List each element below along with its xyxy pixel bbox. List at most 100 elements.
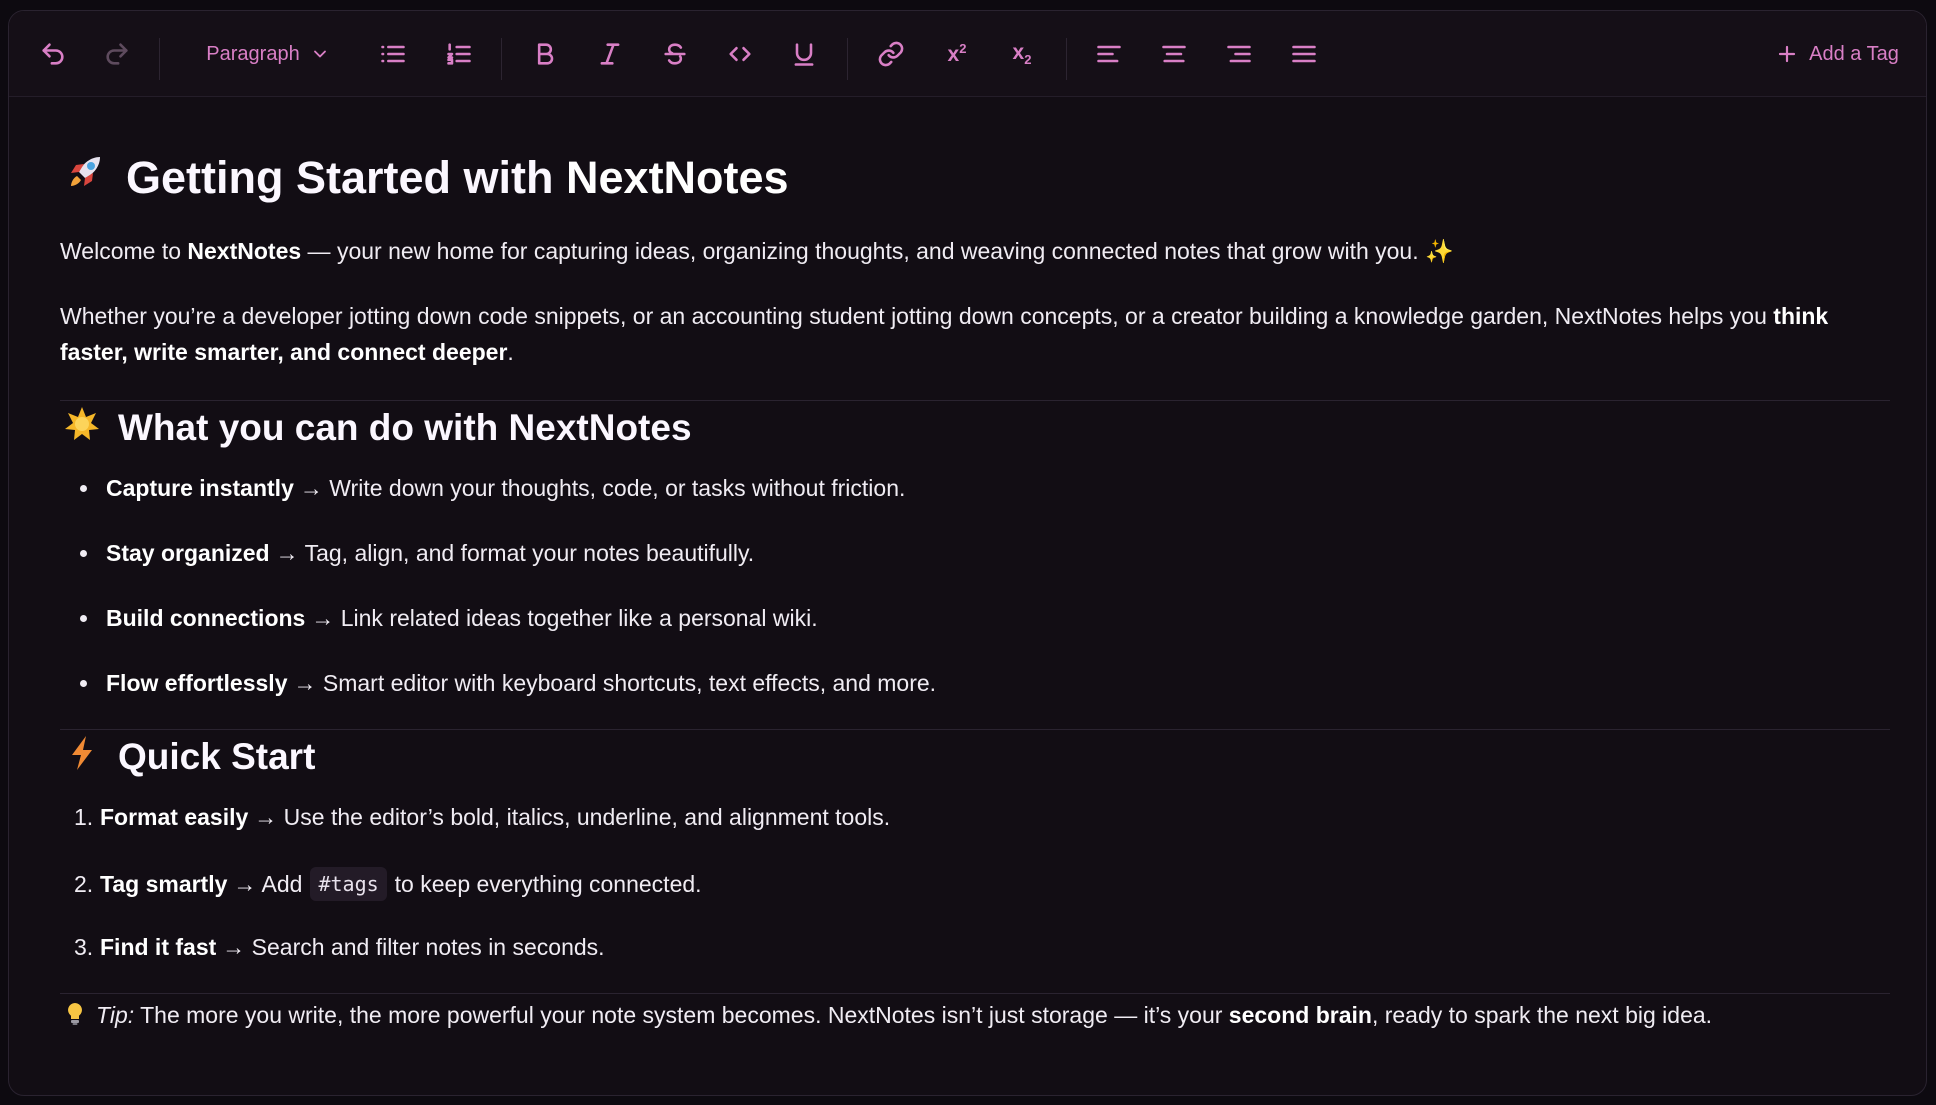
align-justify-button[interactable]	[1284, 34, 1324, 74]
align-right-icon	[1227, 45, 1251, 63]
align-center-icon	[1162, 45, 1186, 63]
underline-button[interactable]	[784, 34, 824, 74]
section-title: Quick Start	[118, 736, 316, 777]
align-left-icon	[1097, 45, 1121, 63]
bullet-marker	[80, 549, 87, 557]
subscript-base: x	[1012, 40, 1025, 64]
item-title: Stay organized	[106, 540, 270, 566]
bullet-marker	[80, 484, 87, 492]
undo-button[interactable]	[33, 34, 73, 74]
subscript-mark: 2	[1024, 52, 1032, 68]
step-number: 1.	[74, 804, 94, 830]
rocket-icon	[62, 149, 108, 206]
item-text: → Smart editor with keyboard shortcuts, …	[293, 670, 937, 696]
link-button[interactable]	[871, 34, 911, 74]
lightbulb-icon	[66, 1000, 84, 1036]
item-title: Flow effortlessly	[106, 670, 288, 696]
list-item: Stay organized → Tag, align, and format y…	[74, 538, 754, 568]
align-right-button[interactable]	[1219, 34, 1259, 74]
subscript-icon: x2	[1013, 41, 1032, 67]
italic-button[interactable]	[590, 34, 630, 74]
undo-icon	[42, 43, 64, 65]
item-text: → Tag, align, and format your notes beau…	[275, 540, 755, 566]
superscript-icon: x2	[948, 41, 967, 67]
bold-icon	[537, 43, 554, 65]
item-text: → Search and filter notes in seconds.	[222, 934, 605, 960]
italic-icon	[600, 43, 620, 65]
block-type-dropdown[interactable]: Paragraph	[193, 34, 343, 74]
bullet-list-icon	[381, 45, 405, 63]
list-item: 2. Tag smartly → Add #tags to keep everythi…	[74, 867, 702, 901]
toolbar-divider	[1066, 38, 1067, 80]
superscript-button[interactable]: x2	[937, 34, 977, 74]
section-title: What you can do with NextNotes	[118, 407, 692, 448]
list-item: Flow effortlessly → Smart editor with key…	[74, 668, 936, 698]
link-icon	[878, 41, 904, 67]
tip-bold: second brain	[1228, 1002, 1372, 1028]
align-justify-icon	[1292, 45, 1316, 63]
bullet-marker	[80, 614, 87, 622]
divider	[60, 729, 1890, 730]
list-item: Build connections → Link related ideas to…	[74, 603, 818, 633]
strikethrough-icon	[664, 43, 686, 65]
code-icon	[729, 46, 751, 62]
tip-text-end: , ready to spark the next big idea.	[1371, 1002, 1713, 1028]
list-item: Capture instantly → Write down your thoug…	[74, 473, 905, 503]
bullet-marker	[80, 679, 87, 687]
item-title: Build connections	[106, 605, 306, 631]
item-text-end: to keep everything connected.	[394, 871, 702, 897]
item-title: Tag smartly	[100, 871, 228, 897]
bullet-list-button[interactable]	[373, 34, 413, 74]
align-left-button[interactable]	[1089, 34, 1129, 74]
document-title: Getting Started with NextNotes	[62, 149, 789, 206]
step-number: 2.	[74, 871, 94, 897]
tip-paragraph: Tip: The more you write, the more powerf…	[66, 997, 1896, 1036]
item-title: Format easily	[100, 804, 249, 830]
subscript-button[interactable]: x2	[1002, 34, 1042, 74]
editor-toolbar: Paragraph x2 x2 Add a Tag	[9, 11, 1926, 97]
section-heading-quick-start: Quick Start	[62, 730, 315, 784]
numbered-list-button[interactable]	[439, 34, 479, 74]
chevron-down-icon	[313, 50, 326, 58]
plus-icon	[1779, 45, 1796, 63]
item-title: Find it fast	[100, 934, 217, 960]
audience-paragraph: Whether you’re a developer jotting down …	[60, 298, 1890, 370]
tip-text: The more you write, the more powerful yo…	[134, 1002, 1229, 1028]
superscript-base: x	[947, 43, 960, 66]
toolbar-divider	[501, 38, 502, 80]
item-text: → Add	[233, 871, 303, 897]
strikethrough-button[interactable]	[655, 34, 695, 74]
bold-button[interactable]	[525, 34, 565, 74]
intro-text: Welcome to	[60, 238, 188, 264]
align-center-button[interactable]	[1154, 34, 1194, 74]
list-item: 1. Format easily → Use the editor’s bold,…	[74, 802, 890, 832]
numbered-list-icon	[447, 43, 471, 65]
code-button[interactable]	[720, 34, 760, 74]
audience-text-end: .	[507, 339, 514, 365]
item-title: Capture instantly	[106, 475, 294, 501]
intro-bold: NextNotes	[187, 238, 302, 264]
tip-label: Tip:	[96, 1002, 135, 1028]
list-item: 3. Find it fast → Search and filter notes…	[74, 932, 605, 962]
superscript-mark: 2	[959, 41, 967, 56]
divider	[60, 993, 1890, 994]
item-text: → Link related ideas together like a per…	[311, 605, 818, 631]
add-tag-label: Add a Tag	[1809, 42, 1899, 65]
note-editor: Paragraph x2 x2 Add a Tag Getting Starte…	[8, 10, 1927, 1096]
redo-button[interactable]	[97, 34, 137, 74]
block-type-label: Paragraph	[206, 42, 300, 65]
lightning-icon	[62, 733, 102, 782]
add-tag-button[interactable]: Add a Tag	[1761, 34, 1913, 74]
intro-text-end: — your new home for capturing ideas, org…	[301, 238, 1454, 264]
toolbar-divider	[159, 38, 160, 80]
title-text: Getting Started with	[126, 151, 567, 203]
audience-text: Whether you’re a developer jotting down …	[60, 303, 1774, 329]
title-brand: NextNotes	[566, 151, 789, 203]
toolbar-divider	[847, 38, 848, 80]
inline-code: #tags	[310, 867, 387, 901]
step-number: 3.	[74, 934, 94, 960]
underline-icon	[794, 43, 814, 66]
item-text: → Write down your thoughts, code, or tas…	[299, 475, 906, 501]
section-heading-features: What you can do with NextNotes	[62, 401, 692, 455]
item-text: → Use the editor’s bold, italics, underl…	[254, 804, 891, 830]
